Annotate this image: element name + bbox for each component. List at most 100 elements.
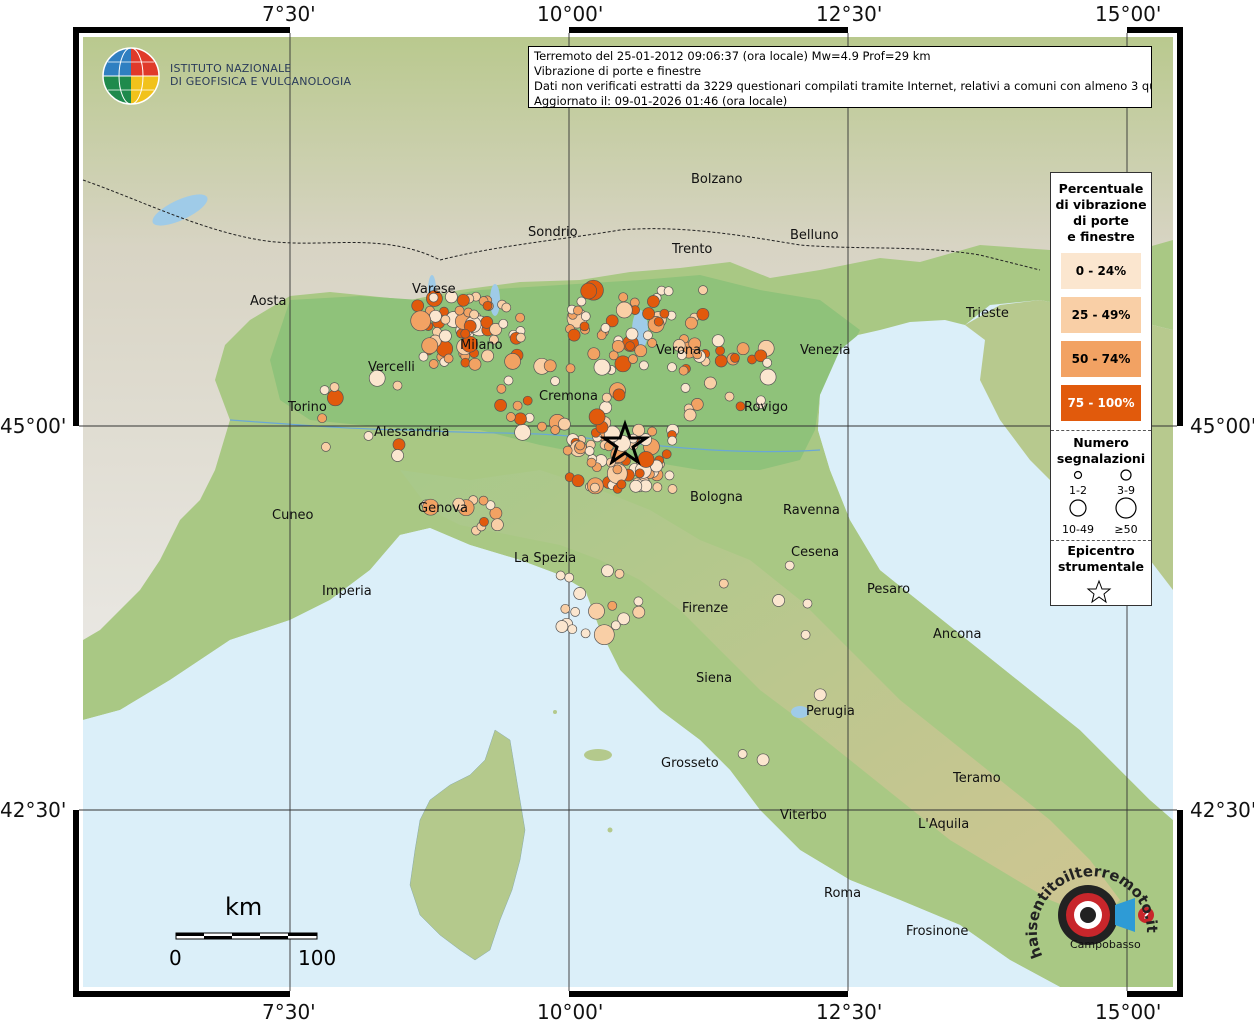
intensity-marker: [558, 417, 571, 431]
intensity-marker: [560, 603, 571, 614]
legend-count-line: segnalazioni: [1056, 451, 1146, 466]
intensity-marker: [580, 311, 591, 322]
lon-label-7-30: 7°30': [262, 2, 316, 26]
lon-label-15-00: 15°00': [1095, 2, 1162, 26]
logo-line-2: DI GEOFISICA E VULCANOLOGIA: [170, 75, 352, 88]
intensity-marker: [601, 392, 612, 403]
intensity-marker: [698, 285, 708, 295]
intensity-marker: [711, 334, 725, 348]
intensity-marker: [443, 353, 454, 364]
place-label: Varese: [412, 282, 456, 297]
intensity-marker: [567, 624, 578, 635]
intensity-marker: [632, 605, 646, 619]
event-title: Terremoto del 25-01-2012 09:06:37 (ora l…: [534, 49, 931, 63]
elba: [584, 749, 612, 761]
lat-label-45-right: 45°00': [1190, 414, 1254, 438]
intensity-marker: [625, 341, 635, 351]
intensity-marker: [718, 578, 729, 589]
intensity-marker: [501, 302, 512, 313]
intensity-marker: [680, 383, 691, 393]
intensity-marker: [611, 339, 625, 353]
intensity-marker: [663, 286, 674, 297]
intensity-marker: [593, 358, 611, 376]
intensity-marker: [469, 309, 479, 320]
intensity-marker: [575, 440, 585, 451]
intensity-marker: [704, 376, 717, 390]
size-label: 1-2: [1069, 484, 1087, 497]
place-label: Trento: [672, 242, 713, 257]
intensity-marker: [724, 391, 735, 402]
logo-line-1: ISTITUTO NAZIONALE: [170, 62, 292, 75]
intensity-marker: [587, 347, 601, 361]
scale-bar: [175, 932, 318, 940]
scale-start: 0: [169, 946, 182, 970]
intensity-marker: [326, 389, 344, 407]
intensity-marker: [667, 484, 678, 494]
intensity-marker: [428, 359, 439, 369]
intensity-marker: [555, 620, 569, 633]
intensity-marker: [762, 357, 773, 368]
intensity-marker: [612, 388, 626, 402]
intensity-marker: [625, 327, 639, 341]
intensity-marker: [667, 435, 678, 446]
intensity-marker: [647, 426, 657, 437]
scale-end: 100: [298, 946, 337, 970]
intensity-marker: [576, 296, 587, 307]
legend-title: Percentuale di vibrazione di porte e fin…: [1051, 181, 1151, 245]
intensity-marker: [634, 468, 645, 479]
place-label: Bolzano: [691, 172, 743, 187]
intensity-marker: [496, 383, 507, 394]
intensity-marker: [571, 474, 585, 488]
intensity-marker: [628, 354, 638, 364]
intensity-marker: [696, 307, 710, 321]
intensity-marker: [813, 688, 827, 702]
intensity-marker: [543, 359, 557, 373]
place-label: Pesaro: [867, 582, 911, 597]
intensity-marker: [522, 395, 533, 406]
place-label: Venezia: [800, 343, 851, 358]
intensity-marker: [411, 299, 425, 313]
intensity-marker: [439, 329, 452, 343]
place-label: Roma: [824, 886, 862, 901]
place-label: Cremona: [539, 389, 598, 404]
size-label: 10-49: [1062, 523, 1094, 536]
intensity-marker: [580, 282, 598, 300]
intensity-marker: [586, 457, 597, 468]
intensity-marker: [802, 598, 813, 609]
intensity-marker: [319, 385, 330, 395]
intensity-marker: [759, 368, 777, 386]
intensity-marker: [616, 479, 627, 490]
legend-class-50-74: 50 - 74%: [1061, 341, 1141, 377]
intensity-marker: [562, 445, 573, 456]
lat-label-45: 45°00': [0, 414, 67, 438]
place-label: Imperia: [322, 584, 372, 599]
intensity-marker: [392, 380, 403, 391]
legend-class-75-100: 75 - 100%: [1061, 385, 1141, 421]
intensity-marker: [667, 362, 677, 373]
intensity-marker: [579, 321, 590, 332]
intensity-marker: [457, 293, 470, 307]
intensity-marker: [678, 365, 689, 376]
lon-label-bottom-7-30: 7°30': [262, 1000, 316, 1024]
intensity-marker: [580, 628, 591, 639]
intensity-marker: [639, 360, 649, 371]
legend-title-line: Percentuale: [1058, 181, 1144, 196]
intensity-marker: [642, 307, 655, 320]
legend-count-line: Numero: [1073, 435, 1129, 450]
intensity-marker: [410, 310, 432, 332]
intensity-marker: [615, 301, 633, 319]
legend-count-title: Numero segnalazioni: [1051, 435, 1151, 467]
intensity-marker: [418, 351, 429, 362]
place-label: Teramo: [953, 771, 1001, 786]
legend-class-0-24: 0 - 24%: [1061, 253, 1141, 289]
legend-epicenter-title: Epicentro strumentale: [1051, 543, 1151, 575]
place-label: Alessandria: [374, 425, 450, 440]
intensity-marker: [653, 316, 664, 327]
place-label: Rovigo: [744, 400, 788, 415]
intensity-marker: [730, 353, 740, 363]
place-label: Vercelli: [368, 360, 415, 375]
intensity-marker: [515, 312, 525, 323]
place-label: Siena: [696, 671, 733, 686]
intensity-marker: [550, 425, 561, 435]
intensity-marker: [392, 438, 406, 451]
